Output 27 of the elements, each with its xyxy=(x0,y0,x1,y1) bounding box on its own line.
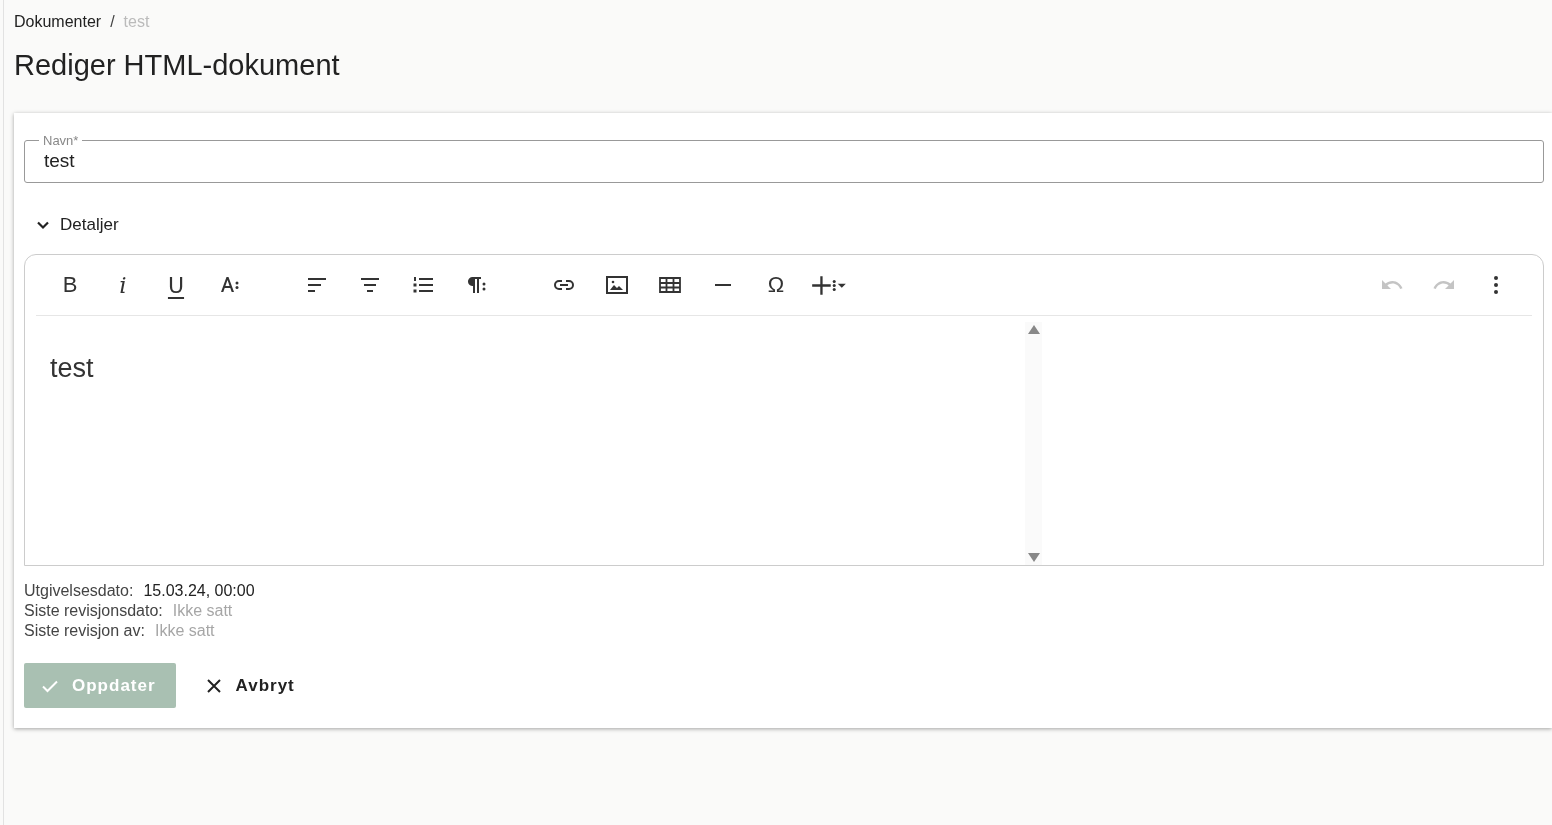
field-label: Navn* xyxy=(42,133,80,148)
insert-icon xyxy=(811,274,847,296)
breadcrumb-link[interactable]: Dokumenter xyxy=(14,13,102,31)
editor-text: test xyxy=(49,352,95,385)
breadcrumb-separator: / xyxy=(110,13,115,31)
meta-value: Ikke satt xyxy=(172,601,233,621)
page-title: Rediger HTML-dokument xyxy=(14,48,341,83)
scroll-down-icon xyxy=(1027,553,1040,562)
horizontal-line-icon xyxy=(714,284,732,286)
format-button[interactable]: Ω xyxy=(754,267,798,303)
meta-label: Siste revisjonsdato: xyxy=(24,601,163,621)
meta-label: Siste revisjon av: xyxy=(24,621,145,641)
breadcrumb-current: test xyxy=(123,13,150,31)
details-toggle[interactable]: Detaljer xyxy=(36,215,119,235)
name-field[interactable]: Navn* test xyxy=(24,133,1544,183)
format-button[interactable]: U xyxy=(154,267,198,303)
more-icon xyxy=(1494,276,1498,294)
image-icon xyxy=(605,273,629,297)
cancel-button[interactable]: Avbryt xyxy=(187,663,315,708)
field-value: test xyxy=(44,150,75,172)
format-button[interactable]: i xyxy=(101,267,145,303)
scrollbar[interactable] xyxy=(1025,322,1042,565)
meta-value: Ikke satt xyxy=(154,621,215,641)
meta-value: 15.03.24, 00:00 xyxy=(143,581,255,601)
meta-label: Utgivelsesdato: xyxy=(24,581,134,601)
scroll-up-icon xyxy=(1027,325,1040,334)
format-button[interactable]: B xyxy=(48,267,92,303)
